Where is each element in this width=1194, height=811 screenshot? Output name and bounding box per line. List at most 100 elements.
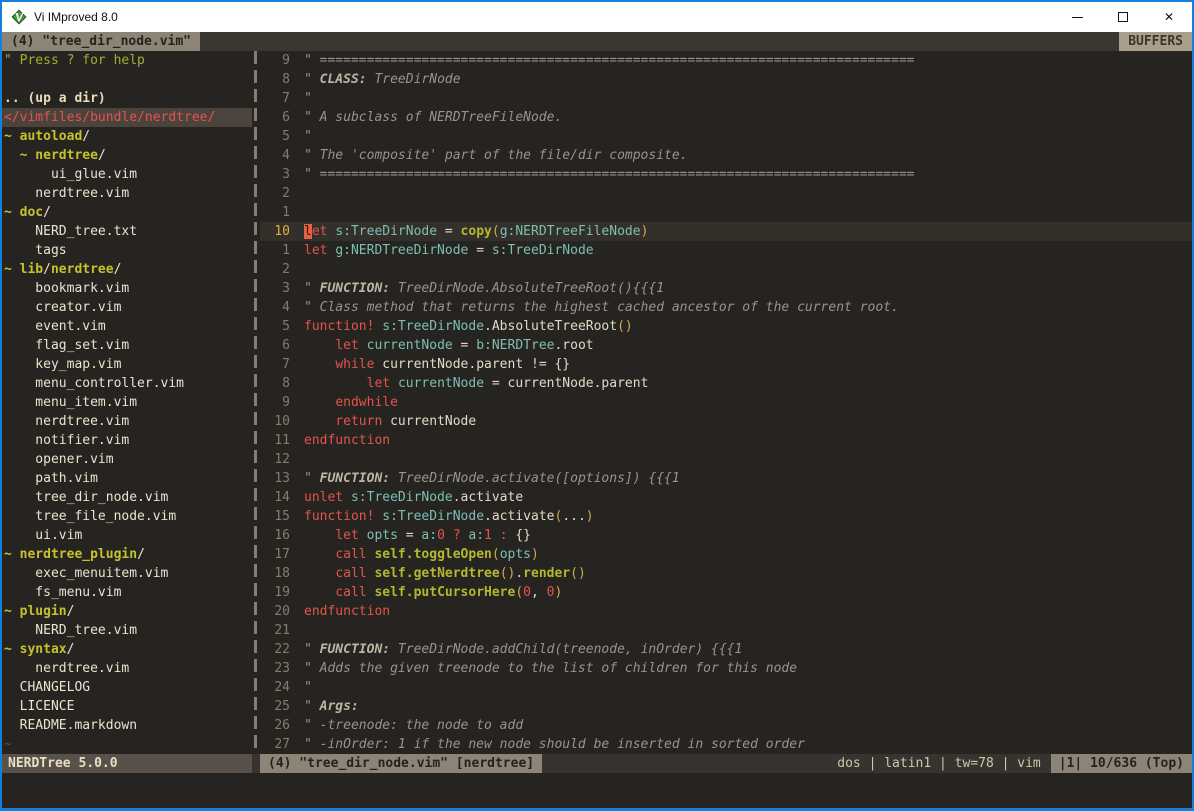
code-line[interactable]: 2 <box>260 260 1192 279</box>
tree-file-item[interactable]: flag_set.vim <box>2 336 252 355</box>
tree-file-item[interactable]: key_map.vim <box>2 355 252 374</box>
tree-dir-item[interactable]: ~ nerdtree_plugin/ <box>2 545 252 564</box>
close-button[interactable]: ✕ <box>1146 2 1192 32</box>
tree-dir-item[interactable]: ~ autoload/ <box>2 127 252 146</box>
code-line[interactable]: 3" FUNCTION: TreeDirNode.AbsoluteTreeRoo… <box>260 279 1192 298</box>
tree-file-item[interactable]: ui.vim <box>2 526 252 545</box>
code-line[interactable]: 18 call self.getNerdtree().render() <box>260 564 1192 583</box>
code-token: FUNCTION: <box>320 281 390 296</box>
code-line[interactable]: 21 <box>260 621 1192 640</box>
line-number: 9 <box>260 51 290 70</box>
window-split-divider[interactable] <box>252 51 260 754</box>
code-line-current[interactable]: 10let s:TreeDirNode = copy(g:NERDTreeFil… <box>260 222 1192 241</box>
code-token: s:TreeDirNode <box>492 243 594 258</box>
code-text: function! s:TreeDirNode.activate(...) <box>290 507 594 526</box>
code-line[interactable]: 22" FUNCTION: TreeDirNode.addChild(treen… <box>260 640 1192 659</box>
minimize-button[interactable] <box>1054 2 1100 32</box>
tree-file-item[interactable]: fs_menu.vim <box>2 583 252 602</box>
code-line[interactable]: 6" A subclass of NERDTreeFileNode. <box>260 108 1192 127</box>
statusbar-buffer-info: (4) "tree_dir_node.vim" [nerdtree] <box>260 754 542 773</box>
code-line[interactable]: 1 <box>260 203 1192 222</box>
tree-dir-item[interactable]: ~ syntax/ <box>2 640 252 659</box>
tree-file-item[interactable]: nerdtree.vim <box>2 184 252 203</box>
buffers-tab[interactable]: BUFFERS <box>1119 32 1192 51</box>
code-line[interactable]: 2 <box>260 184 1192 203</box>
code-line[interactable]: 17 call self.toggleOpen(opts) <box>260 545 1192 564</box>
code-line[interactable]: 1let g:NERDTreeDirNode = s:TreeDirNode <box>260 241 1192 260</box>
tree-dir-item[interactable]: ~ lib/nerdtree/ <box>2 260 252 279</box>
code-line[interactable]: 19 call self.putCursorHere(0, 0) <box>260 583 1192 602</box>
tree-file-item[interactable]: CHANGELOG <box>2 678 252 697</box>
code-line[interactable]: 5" <box>260 127 1192 146</box>
tree-file-item[interactable]: nerdtree.vim <box>2 659 252 678</box>
tree-dir-item[interactable]: ~ nerdtree/ <box>2 146 252 165</box>
code-line[interactable]: 5function! s:TreeDirNode.AbsoluteTreeRoo… <box>260 317 1192 336</box>
tree-file-item[interactable]: path.vim <box>2 469 252 488</box>
code-line[interactable]: 23" Adds the given treenode to the list … <box>260 659 1192 678</box>
code-line[interactable]: 8 let currentNode = currentNode.parent <box>260 374 1192 393</box>
code-line[interactable]: 12 <box>260 450 1192 469</box>
code-line[interactable]: 26" -treenode: the node to add <box>260 716 1192 735</box>
tree-file-item[interactable]: bookmark.vim <box>2 279 252 298</box>
code-line[interactable]: 27" -inOrder: 1 if the new node should b… <box>260 735 1192 754</box>
tree-item-text: ~ lib <box>4 262 43 277</box>
code-line[interactable]: 20endfunction <box>260 602 1192 621</box>
code-token: a: <box>468 528 484 543</box>
tree-row[interactable]: " Press ? for help <box>2 51 252 70</box>
tree-file-item[interactable]: nerdtree.vim <box>2 412 252 431</box>
code-line[interactable]: 6 let currentNode = b:NERDTree.root <box>260 336 1192 355</box>
code-token: , <box>531 585 547 600</box>
tree-file-item[interactable]: ui_glue.vim <box>2 165 252 184</box>
line-number: 25 <box>260 697 290 716</box>
tree-file-item[interactable]: tree_file_node.vim <box>2 507 252 526</box>
tree-file-item[interactable]: tags <box>2 241 252 260</box>
tree-file-item[interactable]: LICENCE <box>2 697 252 716</box>
tree-file-item[interactable]: opener.vim <box>2 450 252 469</box>
code-line[interactable]: 3" =====================================… <box>260 165 1192 184</box>
code-token: self.toggleOpen <box>374 547 491 562</box>
code-text: " CLASS: TreeDirNode <box>290 70 461 89</box>
line-number: 24 <box>260 678 290 697</box>
code-line[interactable]: 15function! s:TreeDirNode.activate(...) <box>260 507 1192 526</box>
tree-file-item[interactable]: NERD_tree.txt <box>2 222 252 241</box>
code-text: return currentNode <box>290 412 476 431</box>
tab-active-buffer[interactable]: (4) "tree_dir_node.vim" <box>2 32 200 51</box>
tree-file-item[interactable]: README.markdown <box>2 716 252 735</box>
code-line[interactable]: 7 while currentNode.parent != {} <box>260 355 1192 374</box>
tree-file-item[interactable]: NERD_tree.vim <box>2 621 252 640</box>
tree-item-text: / <box>98 148 106 163</box>
code-line[interactable]: 4" The 'composite' part of the file/dir … <box>260 146 1192 165</box>
code-token: let <box>335 528 358 543</box>
code-line[interactable]: 25" Args: <box>260 697 1192 716</box>
code-line[interactable]: 14unlet s:TreeDirNode.activate <box>260 488 1192 507</box>
tree-file-item[interactable]: event.vim <box>2 317 252 336</box>
code-line[interactable]: 11endfunction <box>260 431 1192 450</box>
tree-file-item[interactable]: menu_item.vim <box>2 393 252 412</box>
code-line[interactable]: 7" <box>260 89 1192 108</box>
tree-file-item[interactable]: menu_controller.vim <box>2 374 252 393</box>
tree-file-item[interactable]: tree_dir_node.vim <box>2 488 252 507</box>
tree-dir-item[interactable]: ~ doc/ <box>2 203 252 222</box>
tree-root-path[interactable]: </vimfiles/bundle/nerdtree/ <box>2 108 252 127</box>
tree-item-text: / <box>114 262 122 277</box>
code-line[interactable]: 4" Class method that returns the highest… <box>260 298 1192 317</box>
code-line[interactable]: 9" =====================================… <box>260 51 1192 70</box>
code-line[interactable]: 8" CLASS: TreeDirNode <box>260 70 1192 89</box>
code-token: currentNode <box>367 338 453 353</box>
code-line[interactable]: 9 endwhile <box>260 393 1192 412</box>
code-token: call <box>335 566 366 581</box>
code-line[interactable]: 16 let opts = a:0 ? a:1 : {} <box>260 526 1192 545</box>
maximize-button[interactable] <box>1100 2 1146 32</box>
tree-file-item[interactable]: notifier.vim <box>2 431 252 450</box>
tree-file-item[interactable]: exec_menuitem.vim <box>2 564 252 583</box>
tree-dir-item[interactable]: ~ plugin/ <box>2 602 252 621</box>
code-line[interactable]: 10 return currentNode <box>260 412 1192 431</box>
tree-row[interactable]: .. (up a dir) <box>2 89 252 108</box>
code-text: let opts = a:0 ? a:1 : {} <box>290 526 531 545</box>
command-line[interactable] <box>2 773 1192 808</box>
code-text: " ======================================… <box>290 165 914 184</box>
code-token: 0 <box>523 585 531 600</box>
tree-file-item[interactable]: creator.vim <box>2 298 252 317</box>
code-line[interactable]: 24" <box>260 678 1192 697</box>
code-line[interactable]: 13" FUNCTION: TreeDirNode.activate([opti… <box>260 469 1192 488</box>
